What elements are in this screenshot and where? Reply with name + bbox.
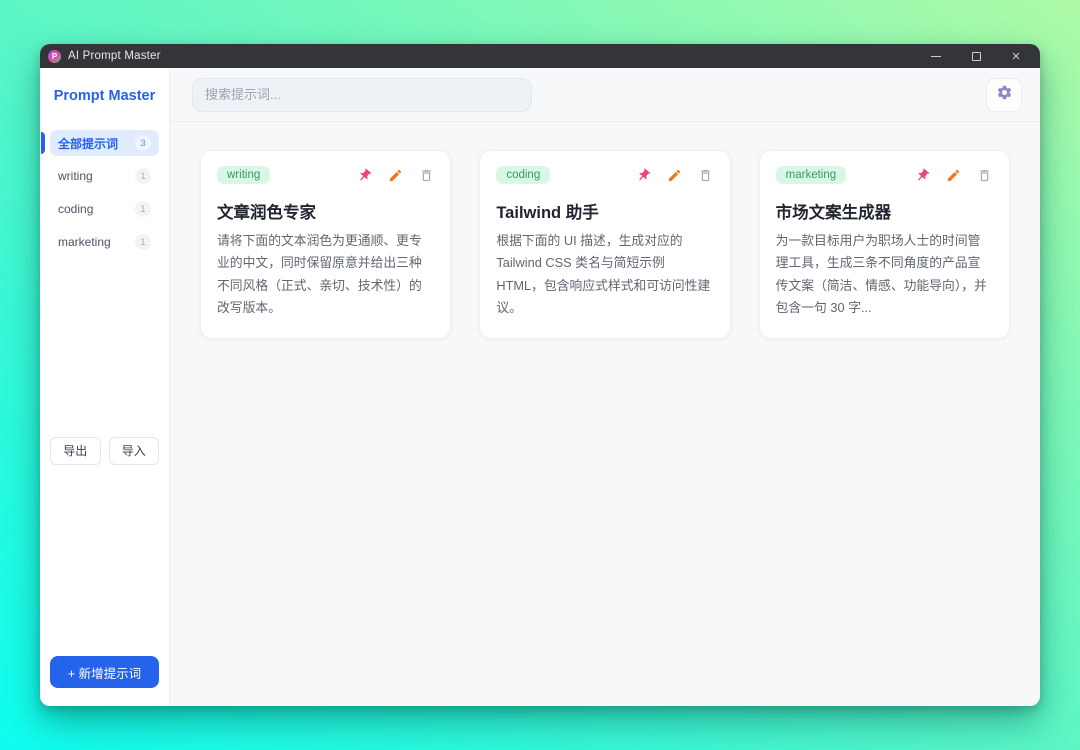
active-accent-bar (41, 132, 45, 154)
prompt-card: writing 文章润色专家 请将下面的文本润色为更通顺、更专业的中文，同时保留… (200, 150, 452, 339)
close-button[interactable]: ✕ (996, 44, 1036, 68)
app-logo-icon: P (48, 49, 61, 63)
sidebar-item-writing[interactable]: writing 1 (50, 163, 159, 189)
tag-badge: writing (217, 166, 271, 184)
count-badge: 1 (135, 168, 151, 184)
settings-button[interactable] (986, 77, 1022, 112)
sidebar-item-all-prompts[interactable]: 全部提示词 3 (41, 130, 159, 156)
edit-icon[interactable] (946, 167, 962, 183)
edit-icon[interactable] (667, 167, 683, 183)
sidebar: Prompt Master 全部提示词 3 writing 1 coding 1… (40, 68, 170, 706)
sidebar-item-label: marketing (58, 235, 111, 249)
sidebar-item-label: coding (58, 202, 94, 216)
maximize-button[interactable] (956, 44, 996, 68)
prompt-title: 市场文案生成器 (775, 204, 892, 222)
prompt-title: Tailwind 助手 (496, 204, 599, 222)
tag-badge: coding (496, 166, 551, 184)
import-button[interactable]: 导入 (108, 436, 159, 465)
gear-icon (996, 84, 1013, 106)
minimize-button[interactable] (916, 44, 956, 68)
brand-title: Prompt Master (53, 88, 156, 104)
delete-icon[interactable] (418, 167, 434, 183)
sidebar-item-marketing[interactable]: marketing 1 (50, 229, 159, 255)
count-badge: 1 (135, 234, 151, 250)
maximize-icon (971, 51, 981, 61)
app-window: P AI Prompt Master ✕ Prompt Master 全部提示词… (40, 44, 1040, 706)
minimize-icon (931, 55, 941, 57)
add-prompt-button[interactable]: + 新增提示词 (50, 656, 159, 688)
count-badge: 1 (135, 201, 151, 217)
delete-icon[interactable] (977, 167, 993, 183)
main-header (170, 68, 1040, 122)
prompt-description: 为一款目标用户为职场人士的时间管理工具，生成三条不同角度的产品宣传文案（简洁、情… (775, 233, 987, 316)
prompt-card: marketing 市场文案生成器 为一款目标用户为职场人士的时间管理工具，生成… (758, 150, 1010, 339)
prompt-description: 根据下面的 UI 描述，生成对应的 Tailwind CSS 类名与简短示例 H… (496, 233, 711, 316)
main-area: writing 文章润色专家 请将下面的文本润色为更通顺、更专业的中文，同时保留… (170, 68, 1040, 706)
prompt-description: 请将下面的文本润色为更通顺、更专业的中文，同时保留原意并给出三种不同风格（正式、… (217, 233, 422, 316)
count-badge: 3 (135, 135, 151, 151)
search-input[interactable] (192, 77, 532, 112)
pin-icon[interactable] (915, 167, 931, 183)
category-nav: 全部提示词 3 writing 1 coding 1 marketing 1 (41, 130, 159, 255)
edit-icon[interactable] (387, 167, 403, 183)
prompt-title: 文章润色专家 (217, 204, 316, 222)
titlebar: P AI Prompt Master ✕ (40, 44, 1040, 68)
app-title: AI Prompt Master (68, 50, 161, 62)
pin-icon[interactable] (356, 167, 372, 183)
pin-icon[interactable] (636, 167, 652, 183)
prompt-card: coding Tailwind 助手 根据下面的 UI 描述，生成对应的 Tai… (479, 150, 731, 339)
delete-icon[interactable] (698, 167, 714, 183)
sidebar-item-label: writing (58, 169, 93, 183)
prompt-card-grid: writing 文章润色专家 请将下面的文本润色为更通顺、更专业的中文，同时保留… (170, 122, 1040, 706)
sidebar-item-coding[interactable]: coding 1 (50, 196, 159, 222)
tag-badge: marketing (775, 166, 847, 184)
export-button[interactable]: 导出 (50, 436, 101, 465)
sidebar-item-label: 全部提示词 (58, 136, 119, 151)
